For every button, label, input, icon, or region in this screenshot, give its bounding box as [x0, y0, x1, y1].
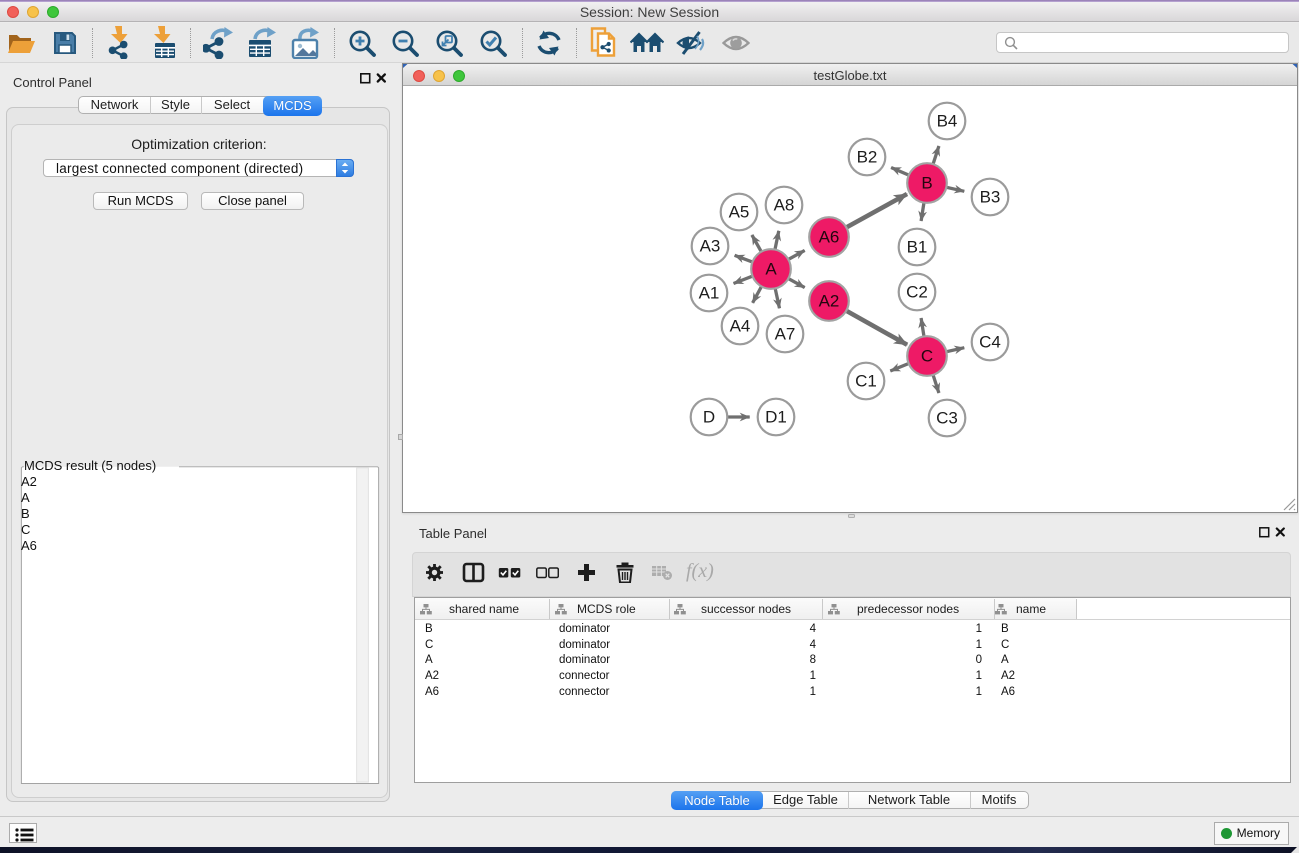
svg-text:A7: A7 [775, 325, 796, 344]
svg-text:A2: A2 [819, 292, 840, 311]
svg-text:A: A [765, 260, 777, 279]
svg-text:D1: D1 [765, 408, 787, 427]
svg-text:C2: C2 [906, 283, 928, 302]
svg-text:C1: C1 [855, 372, 877, 391]
svg-text:A8: A8 [774, 196, 795, 215]
svg-text:B1: B1 [907, 238, 928, 257]
svg-text:D: D [703, 408, 715, 427]
svg-text:A4: A4 [730, 317, 751, 336]
svg-text:C4: C4 [979, 333, 1001, 352]
svg-text:A6: A6 [819, 228, 840, 247]
svg-text:C: C [921, 347, 933, 366]
svg-text:B4: B4 [937, 112, 958, 131]
svg-text:C3: C3 [936, 409, 958, 428]
svg-text:B: B [921, 174, 932, 193]
svg-text:B3: B3 [980, 188, 1001, 207]
svg-text:A3: A3 [700, 237, 721, 256]
svg-text:A5: A5 [729, 203, 750, 222]
svg-text:A1: A1 [699, 284, 720, 303]
svg-text:B2: B2 [857, 148, 878, 167]
